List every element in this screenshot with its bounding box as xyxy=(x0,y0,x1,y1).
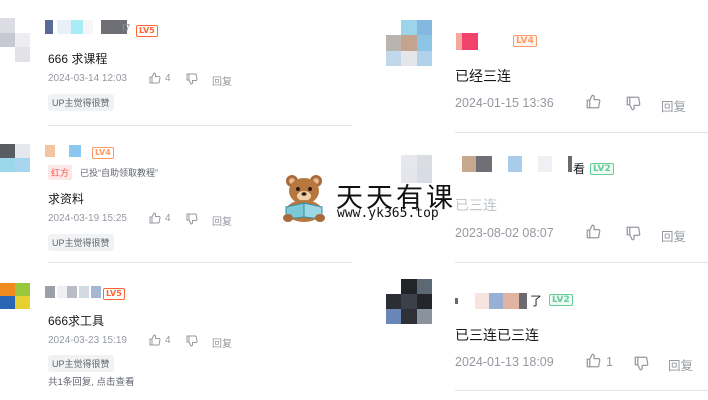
up-liked-badge: UP主觉得很赞 xyxy=(48,234,114,251)
comment-text: 666 求课程 xyxy=(48,52,108,66)
thumbs-down-icon[interactable] xyxy=(186,335,198,347)
username-suffix: 看 xyxy=(573,162,586,176)
divider xyxy=(48,262,352,263)
comment-text: 已经三连 xyxy=(455,68,511,84)
comment-time: 2024-03-23 15:19 xyxy=(48,335,127,346)
comment-text: 求资料 xyxy=(48,192,85,206)
level-badge: LV5 xyxy=(103,288,125,300)
comment-meta: 2024-03-23 15:19 xyxy=(48,335,127,346)
comment-time: 2024-03-19 15:25 xyxy=(48,213,127,224)
thumbs-down-icon[interactable] xyxy=(626,226,641,241)
up-liked-badge: UP主觉得很赞 xyxy=(48,355,114,372)
comment-meta: 2024-03-14 12:03 xyxy=(48,73,127,84)
comment-time: 2024-01-15 13:36 xyxy=(455,96,554,110)
level-badge: LV2 xyxy=(549,294,573,306)
username-masked[interactable] xyxy=(45,286,101,298)
thumbs-up-icon[interactable] xyxy=(586,224,601,239)
divider xyxy=(48,125,352,126)
like-count: 1 xyxy=(606,355,613,369)
username-suffix: 了 xyxy=(530,294,543,308)
avatar[interactable] xyxy=(0,18,30,62)
comment-time: 2023-08-02 08:07 xyxy=(455,226,554,240)
like-count: 4 xyxy=(165,213,171,224)
level-badge: LV4 xyxy=(513,35,537,47)
thumbs-up-icon[interactable] xyxy=(586,94,601,109)
username-masked[interactable] xyxy=(45,145,85,157)
comment-text: 666求工具 xyxy=(48,314,105,328)
reply-button[interactable]: 回复 xyxy=(661,96,686,115)
thumbs-up-icon[interactable] xyxy=(149,334,161,346)
watermark-url: www.yk365.top xyxy=(337,206,439,221)
like-count: 4 xyxy=(165,335,171,346)
level-badge: LV4 xyxy=(92,147,114,159)
reply-button[interactable]: 回复 xyxy=(212,73,232,88)
divider xyxy=(455,390,708,391)
reply-button[interactable]: 回复 xyxy=(212,213,232,228)
level-badge: LV5 xyxy=(136,25,158,37)
avatar[interactable] xyxy=(0,144,30,172)
divider xyxy=(455,262,708,263)
comment-meta: 2024-03-19 15:25 xyxy=(48,213,127,224)
username-masked[interactable] xyxy=(456,33,478,50)
level-badge: LV2 xyxy=(590,163,614,175)
username-suffix: !7 xyxy=(122,23,131,34)
avatar[interactable] xyxy=(386,279,432,324)
thumbs-down-icon[interactable] xyxy=(186,213,198,225)
thumbs-down-icon[interactable] xyxy=(186,73,198,85)
up-liked-badge: UP主觉得很赞 xyxy=(48,94,114,111)
reply-button[interactable]: 回复 xyxy=(668,355,693,374)
username-masked[interactable] xyxy=(462,156,572,172)
username-masked[interactable] xyxy=(455,293,527,309)
thumbs-up-icon[interactable] xyxy=(149,72,161,84)
comment-text: 已三连已三连 xyxy=(455,327,539,343)
thumbs-up-icon[interactable] xyxy=(149,212,161,224)
thumbs-up-icon[interactable] xyxy=(586,353,601,368)
vote-tag: 红方 xyxy=(48,165,73,180)
view-replies-link[interactable]: 共1条回复, 点击查看 xyxy=(48,374,135,388)
like-count: 4 xyxy=(165,73,171,84)
avatar[interactable] xyxy=(0,283,30,309)
thumbs-down-icon[interactable] xyxy=(626,96,641,111)
avatar[interactable] xyxy=(386,20,432,66)
reply-button[interactable]: 回复 xyxy=(212,335,232,350)
comment-time: 2024-01-13 18:09 xyxy=(455,355,554,369)
username-masked[interactable] xyxy=(45,20,127,34)
comment-text: 已三连 xyxy=(455,197,497,213)
reply-button[interactable]: 回复 xyxy=(661,226,686,245)
bear-reading-logo xyxy=(278,173,330,223)
comment-time: 2024-03-14 12:03 xyxy=(48,73,127,84)
thumbs-down-icon[interactable] xyxy=(634,356,649,371)
vote-text: 已投“自助领取教程” xyxy=(80,168,158,178)
divider xyxy=(455,132,708,133)
